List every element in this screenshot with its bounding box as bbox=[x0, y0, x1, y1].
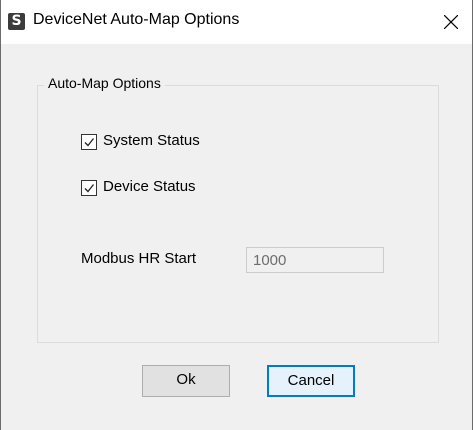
ok-button[interactable]: Ok bbox=[142, 365, 230, 397]
system-status-label: System Status bbox=[103, 132, 200, 149]
device-status-checkbox[interactable] bbox=[81, 180, 97, 196]
checkmark-icon bbox=[84, 184, 95, 193]
close-button[interactable] bbox=[430, 0, 472, 44]
title-bar[interactable]: S DeviceNet Auto-Map Options bbox=[1, 0, 472, 44]
close-icon bbox=[444, 15, 458, 29]
checkmark-icon bbox=[84, 138, 95, 147]
auto-map-options-groupbox bbox=[37, 85, 439, 343]
dialog-window: S DeviceNet Auto-Map Options Auto-Map Op… bbox=[0, 0, 473, 430]
window-title: DeviceNet Auto-Map Options bbox=[33, 11, 240, 28]
system-status-checkbox[interactable] bbox=[81, 134, 97, 150]
groupbox-legend: Auto-Map Options bbox=[44, 75, 165, 91]
cancel-button[interactable]: Cancel bbox=[267, 365, 355, 397]
device-status-label: Device Status bbox=[103, 178, 196, 195]
app-logo-icon: S bbox=[8, 13, 25, 30]
modbus-hr-start-input[interactable] bbox=[246, 247, 384, 273]
modbus-hr-start-label: Modbus HR Start bbox=[81, 250, 197, 267]
